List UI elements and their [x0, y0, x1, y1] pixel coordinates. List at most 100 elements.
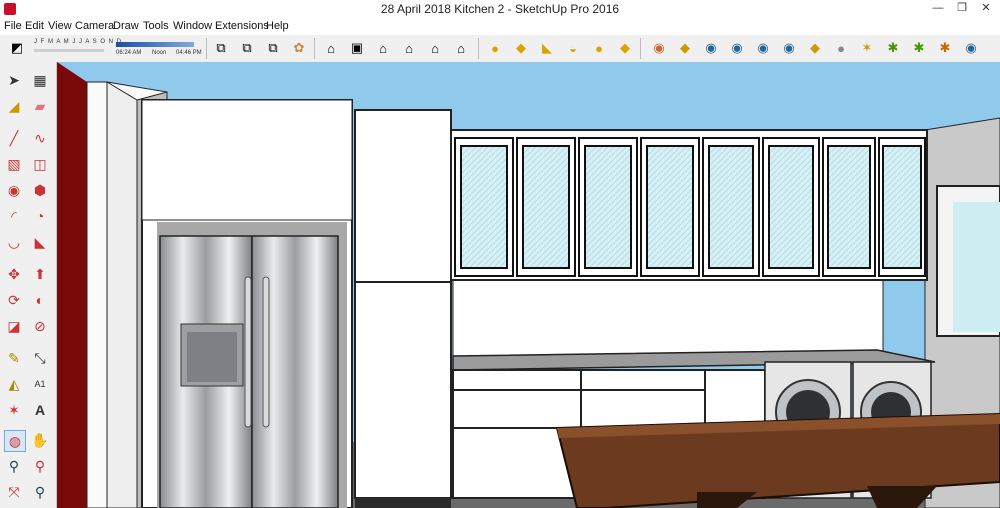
glass-doors: [454, 137, 926, 277]
plugin-5-icon[interactable]: ◉: [754, 39, 772, 57]
arc-icon[interactable]: ◜: [4, 206, 24, 226]
three-point-arc-icon[interactable]: ◣: [30, 232, 50, 252]
3d-text-icon[interactable]: A: [30, 400, 50, 420]
pan-icon[interactable]: ✋: [30, 430, 50, 450]
follow-me-icon[interactable]: ◐: [30, 290, 50, 310]
pantry-lower: [354, 281, 452, 499]
menu-bar: File Edit View Camera Draw Tools Window …: [0, 18, 1000, 35]
iso-view-icon[interactable]: ⌂: [322, 39, 340, 57]
zoom-extents-icon[interactable]: ⤧: [4, 482, 24, 502]
maximize-button[interactable]: ❐: [952, 1, 972, 15]
menu-window[interactable]: Window: [173, 20, 212, 32]
month-slider[interactable]: [34, 49, 104, 52]
components-icon[interactable]: ✿: [290, 39, 308, 57]
scale-icon[interactable]: ◪: [4, 316, 24, 336]
left-view-icon[interactable]: ⌂: [452, 39, 470, 57]
plugin-1-icon[interactable]: ◉: [650, 39, 668, 57]
toolbar-separator: [206, 38, 207, 59]
plugin-4-icon[interactable]: ◉: [728, 39, 746, 57]
shaded-icon[interactable]: ●: [590, 39, 608, 57]
rotated-rectangle-icon[interactable]: ◫: [30, 154, 50, 174]
menu-edit[interactable]: Edit: [25, 20, 44, 32]
pantry-upper: [354, 109, 452, 283]
plugin-6-icon[interactable]: ◉: [780, 39, 798, 57]
menu-tools[interactable]: Tools: [143, 20, 169, 32]
move-icon[interactable]: ✥: [4, 264, 24, 284]
plugin-3-icon[interactable]: ◉: [702, 39, 720, 57]
axes-icon[interactable]: ✶: [4, 400, 24, 420]
splashback: [452, 279, 884, 357]
freehand-icon[interactable]: ∿: [30, 128, 50, 148]
plugin-7-icon[interactable]: ◆: [806, 39, 824, 57]
orbit-icon[interactable]: ◍: [4, 430, 26, 452]
toolbar-separator: [640, 38, 641, 59]
textured-icon[interactable]: ◆: [616, 39, 634, 57]
text-icon[interactable]: A1: [30, 374, 50, 394]
menu-camera[interactable]: Camera: [75, 20, 114, 32]
offset-icon[interactable]: ⊘: [30, 316, 50, 336]
plugin-11-icon[interactable]: ✱: [910, 39, 928, 57]
plugin-2-icon[interactable]: ◆: [676, 39, 694, 57]
tape-measure-icon[interactable]: ✎: [4, 348, 24, 368]
warehouse-icon[interactable]: ⧉: [212, 39, 230, 57]
backedges-icon[interactable]: ◆: [512, 39, 530, 57]
kitchen-scene: [57, 62, 1000, 508]
pantry-plinth: [355, 498, 451, 508]
menu-file[interactable]: File: [4, 20, 22, 32]
top-view-icon[interactable]: ▣: [348, 39, 366, 57]
plugin-9-icon[interactable]: ✶: [858, 39, 876, 57]
dimension-icon[interactable]: ⤡: [30, 348, 50, 368]
back-view-icon[interactable]: ⌂: [426, 39, 444, 57]
wireframe-icon[interactable]: ◣: [538, 39, 556, 57]
toolbar-separator: [478, 38, 479, 59]
time-slider[interactable]: [116, 42, 194, 47]
select-icon[interactable]: ➤: [4, 70, 24, 90]
minimize-button[interactable]: —: [928, 1, 948, 15]
time-noon-label: Noon: [152, 50, 167, 56]
front-view-icon[interactable]: ⌂: [374, 39, 392, 57]
shadows-toggle-icon[interactable]: ◩: [8, 39, 26, 57]
hiddenline-icon[interactable]: ◒: [564, 39, 582, 57]
red-wall: [57, 62, 87, 508]
left-wall-side: [106, 81, 138, 508]
xray-icon[interactable]: ●: [486, 39, 504, 57]
two-point-arc-icon[interactable]: ◡: [4, 232, 24, 252]
close-button[interactable]: ✕: [976, 1, 996, 15]
pie-icon[interactable]: ◔: [30, 206, 50, 226]
menu-help[interactable]: Help: [266, 20, 289, 32]
extension-warehouse-icon[interactable]: ⧉: [238, 39, 256, 57]
tool-palette: ➤ ▦ ◢ ▰ ╱ ∿ ▧ ◫ ◉ ⬢ ◜ ◔ ◡ ◣ ✥ ⬆ ⟳ ◐ ◪ ⊘ …: [0, 62, 57, 508]
protractor-icon[interactable]: ◭: [4, 374, 24, 394]
eraser-icon[interactable]: ▰: [30, 96, 50, 116]
paint-bucket-icon[interactable]: ◢: [4, 96, 24, 116]
plugin-8-icon[interactable]: ●: [832, 39, 850, 57]
plugin-10-icon[interactable]: ✱: [884, 39, 902, 57]
shadow-settings[interactable]: J F M A M J J A S O N D 06:24 AM Noon 04…: [34, 39, 204, 59]
shadow-months-label: J F M A M J J A S O N D: [34, 39, 123, 45]
zoom-window-icon[interactable]: ⚲: [30, 456, 50, 476]
rotate-icon[interactable]: ⟳: [4, 290, 24, 310]
menu-extensions[interactable]: Extensions: [215, 20, 269, 32]
polygon-icon[interactable]: ⬢: [30, 180, 50, 200]
window-title: 28 April 2018 Kitchen 2 - SketchUp Pro 2…: [380, 2, 620, 16]
time-end-label: 04:46 PM: [176, 50, 202, 56]
plugin-13-icon[interactable]: ◉: [962, 39, 980, 57]
make-component-icon[interactable]: ▦: [30, 70, 50, 90]
window-glass: [953, 202, 1000, 332]
circle-icon[interactable]: ◉: [4, 180, 24, 200]
push-pull-icon[interactable]: ⬆: [30, 264, 50, 284]
menu-view[interactable]: View: [48, 20, 72, 32]
toolbar-separator: [314, 38, 315, 59]
line-icon[interactable]: ╱: [4, 128, 24, 148]
previous-view-icon[interactable]: ⚲: [30, 482, 50, 502]
rectangle-icon[interactable]: ▧: [4, 154, 24, 174]
fridge-top-cabinet: [141, 99, 353, 221]
model-viewport[interactable]: [57, 62, 1000, 508]
main-toolbar: ◩ J F M A M J J A S O N D 06:24 AM Noon …: [0, 35, 1000, 63]
plugin-12-icon[interactable]: ✱: [936, 39, 954, 57]
zoom-icon[interactable]: ⚲: [4, 456, 24, 476]
right-view-icon[interactable]: ⌂: [400, 39, 418, 57]
fridge: [159, 235, 339, 508]
menu-draw[interactable]: Draw: [113, 20, 139, 32]
share-model-icon[interactable]: ⧉: [264, 39, 282, 57]
